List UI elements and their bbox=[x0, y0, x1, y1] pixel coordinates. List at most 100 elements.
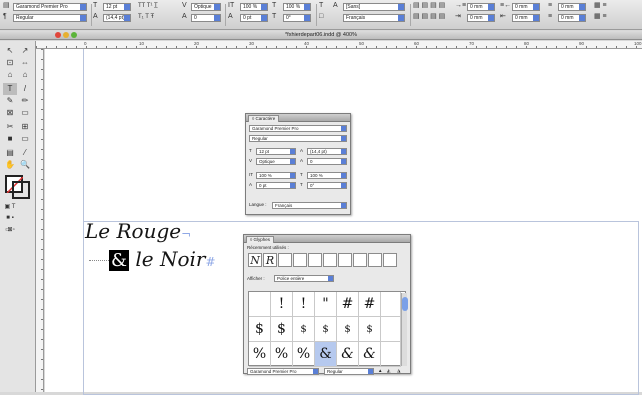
glyph-cell[interactable]: & bbox=[337, 342, 359, 367]
drop-cap-icon[interactable]: ▦ ≡ bbox=[594, 2, 607, 10]
pen-tool-icon[interactable]: ✎ bbox=[3, 95, 17, 107]
tracking-field[interactable]: 0 bbox=[191, 14, 221, 22]
glyph-cell[interactable]: $ bbox=[359, 317, 381, 342]
eyedropper-tool-icon[interactable]: ⁄ bbox=[18, 147, 32, 159]
hand-tool-icon[interactable]: ✋ bbox=[3, 159, 17, 171]
char-size-field[interactable]: 12 pt bbox=[256, 148, 296, 155]
language-field[interactable]: Français bbox=[343, 14, 405, 22]
vertical-ruler[interactable] bbox=[36, 49, 44, 392]
glyph-cell[interactable] bbox=[381, 317, 401, 342]
baseline-field[interactable]: 0 pt bbox=[240, 14, 268, 22]
glyph-cell[interactable]: & bbox=[359, 342, 381, 367]
glyph-cell[interactable] bbox=[249, 292, 271, 317]
align-buttons-icon[interactable]: ▤ ▤ ▤ ▤ bbox=[413, 2, 445, 10]
glyphs-panel-titlebar[interactable]: ◊ Glyphes bbox=[244, 235, 410, 243]
left-indent-field[interactable]: 0 mm bbox=[467, 3, 495, 11]
recent-glyph-slot[interactable] bbox=[278, 253, 292, 267]
recent-glyph-slot[interactable] bbox=[368, 253, 382, 267]
horizontal-scale-field[interactable]: 100 % bbox=[283, 3, 311, 11]
rectangle-frame-tool-icon[interactable]: ⊠ bbox=[3, 107, 17, 119]
direct-selection-tool-icon[interactable]: ↗ bbox=[18, 45, 32, 57]
glyph-cell[interactable]: $ bbox=[293, 317, 315, 342]
glyph-cell[interactable]: $ bbox=[271, 317, 293, 342]
type-tool-icon[interactable]: T bbox=[3, 83, 17, 95]
glyphs-panel-tab[interactable]: ◊ Glyphes bbox=[246, 236, 274, 243]
scissors-tool-icon[interactable]: ✂ bbox=[3, 121, 17, 133]
glyph-cell[interactable]: " bbox=[315, 292, 337, 317]
character-panel-titlebar[interactable]: ◊ Caractère bbox=[246, 114, 350, 122]
gradient-feather-tool-icon[interactable]: ▭ bbox=[18, 133, 32, 145]
character-panel-tab[interactable]: ◊ Caractère bbox=[248, 115, 280, 122]
glyph-cell[interactable]: % bbox=[271, 342, 293, 367]
font-family-field[interactable]: Garamond Premier Pro bbox=[13, 3, 87, 11]
recent-glyph-slot[interactable] bbox=[308, 253, 322, 267]
space-before-field[interactable]: 0 mm bbox=[558, 3, 586, 11]
recent-glyph-2[interactable]: R bbox=[263, 253, 277, 267]
glyph-cell[interactable]: % bbox=[293, 342, 315, 367]
selection-tool-icon[interactable]: ↖ bbox=[3, 45, 17, 57]
char-language-field[interactable]: Français bbox=[272, 202, 347, 209]
glyph-cell[interactable]: $ bbox=[249, 317, 271, 342]
glyph-cell[interactable]: # bbox=[337, 292, 359, 317]
vertical-scale-field[interactable]: 100 % bbox=[240, 3, 268, 11]
char-baseline-field[interactable]: 0 pt bbox=[256, 182, 296, 189]
zoom-button[interactable] bbox=[71, 32, 77, 38]
glyph-cell-selected[interactable]: & bbox=[315, 342, 337, 367]
glyph-cell[interactable]: ! bbox=[293, 292, 315, 317]
justify-buttons-icon[interactable]: ▤ ▤ ▤ ▤ bbox=[413, 13, 445, 21]
apply-color-icon[interactable]: ■ ▪ ⊠ bbox=[3, 212, 17, 233]
fill-icon[interactable]: T bbox=[319, 2, 323, 10]
subscript-icon[interactable]: T₁ T Ŧ bbox=[138, 13, 154, 21]
right-indent-field[interactable]: 0 mm bbox=[512, 3, 540, 11]
free-transform-tool-icon[interactable]: ⊞ bbox=[18, 121, 32, 133]
headline-line-2[interactable]: & le Noir# bbox=[109, 247, 216, 271]
show-dropdown[interactable]: Police entière bbox=[274, 275, 334, 282]
recent-glyph-slot[interactable] bbox=[293, 253, 307, 267]
zoom-out-icon[interactable]: ▲ bbox=[378, 368, 382, 374]
glyph-cell[interactable]: $ bbox=[337, 317, 359, 342]
leading-field[interactable]: (14,4 pt) bbox=[103, 14, 131, 22]
pencil-tool-icon[interactable]: ✏ bbox=[18, 95, 32, 107]
glyph-cell[interactable] bbox=[381, 342, 401, 367]
caps-icon[interactable]: TT T¹ T̲ bbox=[138, 2, 158, 10]
recent-glyph-1[interactable]: N bbox=[248, 253, 262, 267]
glyph-cell[interactable]: $ bbox=[315, 317, 337, 342]
last-line-indent-field[interactable]: 0 mm bbox=[512, 14, 540, 22]
char-vscale-field[interactable]: 100 % bbox=[256, 172, 296, 179]
font-size-field[interactable]: 12 pt bbox=[103, 3, 131, 11]
gap-tool-icon[interactable]: ⇔ bbox=[18, 57, 32, 69]
stroke-icon[interactable]: □ bbox=[319, 13, 323, 21]
glyph-cell[interactable]: # bbox=[359, 292, 381, 317]
headline-line-1[interactable]: Le Rouge¬ bbox=[85, 219, 191, 243]
line-tool-icon[interactable]: / bbox=[18, 83, 32, 95]
type-color-icon[interactable]: A bbox=[333, 2, 338, 10]
char-leading-field[interactable]: (14,4 pt) bbox=[307, 148, 347, 155]
paragraph-mode-icon[interactable]: ¶ bbox=[3, 13, 7, 21]
char-hscale-field[interactable]: 100 % bbox=[307, 172, 347, 179]
horizontal-ruler[interactable]: 0 10 20 30 40 50 60 70 80 90 100 bbox=[36, 41, 642, 49]
glyph-font-field[interactable]: Garamond Premier Pro bbox=[247, 368, 319, 375]
glyph-cell[interactable] bbox=[381, 292, 401, 317]
char-font-family[interactable]: Garamond Premier Pro bbox=[249, 125, 347, 132]
selected-ampersand[interactable]: & bbox=[109, 250, 130, 271]
content-placer-icon[interactable]: ⌂ bbox=[18, 69, 32, 81]
recent-glyph-slot[interactable] bbox=[338, 253, 352, 267]
glyph-style-field[interactable]: Regular bbox=[324, 368, 374, 375]
char-tracking-field[interactable]: 0 bbox=[307, 158, 347, 165]
scroll-thumb[interactable] bbox=[402, 297, 408, 311]
gradient-tool-icon[interactable]: ■ bbox=[3, 133, 17, 145]
screen-mode-icon[interactable]: ▭ ▫ bbox=[3, 224, 17, 236]
minimize-button[interactable] bbox=[63, 32, 69, 38]
rectangle-tool-icon[interactable]: ▭ bbox=[18, 107, 32, 119]
char-font-style[interactable]: Regular bbox=[249, 135, 347, 142]
note-tool-icon[interactable]: ▤ bbox=[3, 147, 17, 159]
close-button[interactable] bbox=[55, 32, 61, 38]
recent-glyph-slot[interactable] bbox=[353, 253, 367, 267]
content-collector-icon[interactable]: ⌂ bbox=[3, 69, 17, 81]
space-after-field[interactable]: 0 mm bbox=[558, 14, 586, 22]
zoom-small-icon[interactable]: ◭ bbox=[387, 368, 390, 374]
char-skew-field[interactable]: 0° bbox=[307, 182, 347, 189]
character-mode-icon[interactable]: ▤ bbox=[3, 2, 10, 10]
page-tool-icon[interactable]: ⊡ bbox=[3, 57, 17, 69]
glyph-cell[interactable]: % bbox=[249, 342, 271, 367]
